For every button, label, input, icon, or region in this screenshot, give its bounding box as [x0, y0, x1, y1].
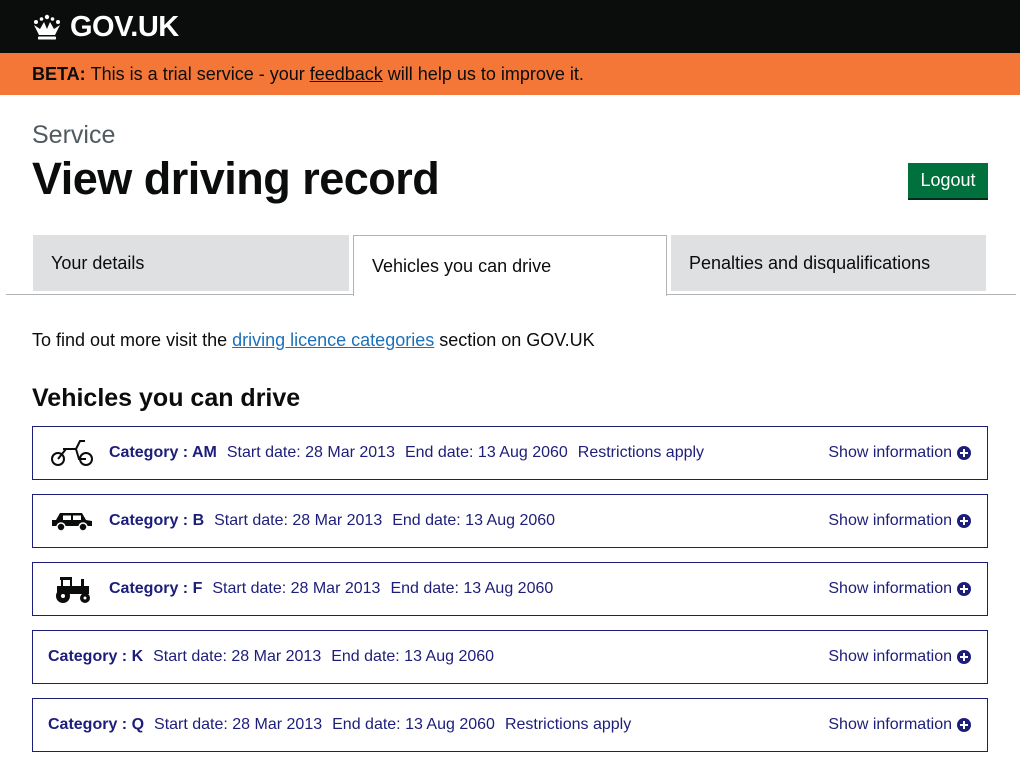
show-information-toggle[interactable]: Show information	[828, 563, 971, 615]
section-heading: Vehicles you can drive	[32, 384, 301, 412]
category-row-f[interactable]: Category : F Start date: 28 Mar 2013 End d…	[32, 562, 988, 616]
show-information-label: Show information	[828, 444, 952, 461]
category-row-am[interactable]: Category : AM Start date: 28 Mar 2013 End …	[32, 426, 988, 480]
restrictions-note: Restrictions apply	[577, 444, 705, 461]
start-date: Start date: 28 Mar 2013	[214, 512, 383, 529]
tractor-icon	[49, 573, 95, 605]
intro-before: To find out more visit the	[32, 330, 228, 350]
show-information-toggle[interactable]: Show information	[828, 495, 971, 547]
moped-icon	[49, 437, 95, 469]
beta-banner: BETA: This is a trial service - your fee…	[0, 53, 1020, 95]
end-date: End date: 13 Aug 2060	[332, 716, 495, 733]
tab-vehicles-you-can-drive[interactable]: Vehicles you can drive	[353, 235, 667, 296]
beta-text-after: will help us to improve it.	[387, 64, 584, 84]
start-date: Start date: 28 Mar 2013	[226, 444, 395, 461]
end-date: End date: 13 Aug 2060	[392, 512, 556, 529]
category-text: Category : Q Start date: 28 Mar 2013 End d…	[48, 716, 641, 734]
plus-circle-icon	[957, 718, 971, 732]
show-information-label: Show information	[828, 512, 952, 529]
start-date: Start date: 28 Mar 2013	[153, 648, 322, 665]
category-label: Category : B	[109, 512, 205, 529]
show-information-toggle[interactable]: Show information	[828, 427, 971, 479]
category-text: Category : B Start date: 28 Mar 2013 End d…	[109, 512, 565, 530]
category-text: Category : AM Start date: 28 Mar 2013 End …	[109, 444, 714, 462]
service-caption: Service	[32, 121, 116, 149]
beta-text-before: This is a trial service - your	[90, 64, 305, 84]
tab-your-details[interactable]: Your details	[33, 235, 349, 291]
start-date: Start date: 28 Mar 2013	[212, 580, 381, 597]
restrictions-note: Restrictions apply	[504, 716, 632, 733]
intro-after: section on GOV.UK	[439, 330, 595, 350]
page-title: View driving record	[32, 153, 440, 204]
category-text: Category : F Start date: 28 Mar 2013 End d…	[109, 580, 563, 598]
govuk-header: GOV.UK	[0, 0, 1020, 53]
beta-tag: BETA:	[32, 64, 86, 84]
driving-licence-categories-link[interactable]: driving licence categories	[232, 330, 434, 350]
category-row-q[interactable]: Category : Q Start date: 28 Mar 2013 End d…	[32, 698, 988, 752]
plus-circle-icon	[957, 650, 971, 664]
show-information-label: Show information	[828, 648, 952, 665]
plus-circle-icon	[957, 582, 971, 596]
category-label: Category : Q	[48, 716, 145, 733]
show-information-label: Show information	[828, 580, 952, 597]
show-information-label: Show information	[828, 716, 952, 733]
plus-circle-icon	[957, 446, 971, 460]
category-text: Category : K Start date: 28 Mar 2013 End d…	[48, 648, 504, 666]
category-row-k[interactable]: Category : K Start date: 28 Mar 2013 End d…	[32, 630, 988, 684]
crown-icon	[34, 14, 60, 40]
show-information-toggle[interactable]: Show information	[828, 699, 971, 751]
show-information-toggle[interactable]: Show information	[828, 631, 971, 683]
car-icon	[49, 505, 95, 537]
category-label: Category : AM	[109, 444, 217, 461]
category-label: Category : F	[109, 580, 203, 597]
logout-button[interactable]: Logout	[908, 163, 988, 198]
end-date: End date: 13 Aug 2060	[390, 580, 554, 597]
plus-circle-icon	[957, 514, 971, 528]
govuk-logo-link[interactable]: GOV.UK	[30, 11, 179, 43]
tab-penalties-and-disqualifications[interactable]: Penalties and disqualifications	[671, 235, 986, 291]
start-date: Start date: 28 Mar 2013	[154, 716, 323, 733]
end-date: End date: 13 Aug 2060	[404, 444, 568, 461]
category-label: Category : K	[48, 648, 144, 665]
govuk-logo-text: GOV.UK	[70, 11, 179, 43]
feedback-link[interactable]: feedback	[310, 64, 383, 84]
end-date: End date: 13 Aug 2060	[331, 648, 495, 665]
intro-text: To find out more visit the driving licen…	[32, 329, 595, 351]
category-row-b[interactable]: Category : B Start date: 28 Mar 2013 End d…	[32, 494, 988, 548]
